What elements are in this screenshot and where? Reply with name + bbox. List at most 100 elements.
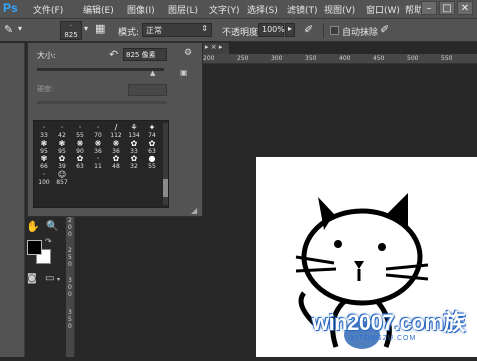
- tool-column: [0, 43, 25, 357]
- screen-mode-icon[interactable]: ▭: [45, 273, 54, 284]
- pressure-size-icon[interactable]: ✐: [380, 23, 389, 36]
- brush-panel-toggle-icon[interactable]: ▦: [95, 22, 105, 35]
- ruler-tick-label: 2: [68, 217, 72, 224]
- brush-preset-cell[interactable]: · 11: [90, 154, 106, 170]
- close-button[interactable]: ✕: [457, 1, 473, 15]
- ruler-tick-label: 0: [68, 284, 72, 291]
- menu-select[interactable]: 选择(S): [247, 3, 278, 16]
- brush-preset-cell[interactable]: · 55: [72, 123, 88, 139]
- quick-mask-icon[interactable]: ◙: [27, 273, 37, 284]
- brush-preset-cell[interactable]: ❋ 36: [108, 139, 124, 155]
- brush-preset-cell[interactable]: ● 55: [144, 154, 160, 170]
- brush-preset-cell[interactable]: ✿ 48: [108, 154, 124, 170]
- menu-layer[interactable]: 图层(L): [168, 3, 198, 16]
- brush-preset-picker[interactable]: · 825: [60, 21, 82, 40]
- menu-image[interactable]: 图像(I): [127, 3, 155, 16]
- brush-preset-cell[interactable]: · 42: [54, 123, 70, 139]
- brush-preset-grid: · 33 · 42 · 55 · 70/112 ⚘ 134 ✦ 74 ❃ 95 ❃ 95 ❋ 90 ❋ 36 ❋ 36 ✿ 3…: [33, 120, 169, 208]
- brush-tip-icon: ✿: [58, 154, 66, 163]
- auto-erase-checkbox[interactable]: [330, 26, 339, 35]
- brush-preset-cell[interactable]: ✿ 63: [144, 139, 160, 155]
- brush-tip-icon: ✦: [148, 123, 156, 132]
- brush-preset-cell[interactable]: /112: [108, 123, 124, 139]
- ruler-tick-label: 350: [305, 55, 317, 62]
- grid-scrollbar[interactable]: [163, 123, 168, 205]
- brush-preset-cell[interactable]: ✿ 32: [126, 154, 142, 170]
- brush-preset-cell[interactable]: ❋ 36: [90, 139, 106, 155]
- maximize-button[interactable]: □: [439, 1, 455, 15]
- ruler-tick-label: 5: [68, 316, 72, 323]
- hand-tool-icon[interactable]: ✋: [26, 220, 40, 233]
- hardness-slider[interactable]: [37, 101, 167, 104]
- brush-preset-cell[interactable]: · 70: [90, 123, 106, 139]
- swap-colors-icon[interactable]: ↷: [45, 237, 52, 246]
- brush-preset-cell[interactable]: ☺ 857: [54, 170, 70, 186]
- brush-tip-icon: ·: [96, 154, 100, 163]
- brush-preset-cell[interactable]: ❃ 95: [36, 139, 52, 155]
- mode-select[interactable]: 正常 ⇕: [142, 23, 212, 37]
- brush-size-label: 32: [130, 163, 138, 170]
- divider: [323, 23, 324, 38]
- watermark-text: win2007.com族: [312, 310, 465, 335]
- foreground-color-swatch[interactable]: [27, 240, 42, 255]
- brush-size-label: 48: [112, 163, 120, 170]
- opacity-slider-button[interactable]: ▸: [285, 23, 295, 37]
- brush-preset-cell[interactable]: · 33: [36, 123, 52, 139]
- brush-tip-icon: ✿: [76, 154, 84, 163]
- ruler-tick-label: 0: [68, 291, 72, 298]
- brush-tip-icon: ⚘: [130, 123, 138, 132]
- panel-settings-gear-icon[interactable]: ⚙: [184, 48, 192, 58]
- brush-tip-icon: ·: [60, 123, 64, 132]
- new-preset-icon[interactable]: ▣: [180, 68, 188, 77]
- ruler-tick-label: 250: [237, 55, 249, 62]
- menu-window[interactable]: 窗口(W): [366, 3, 400, 16]
- minimize-button[interactable]: –: [421, 1, 437, 15]
- brush-preset-cell[interactable]: ❃ 95: [54, 139, 70, 155]
- brush-preset-cell[interactable]: ⚘ 134: [126, 123, 142, 139]
- size-input[interactable]: 825 像素: [123, 48, 167, 61]
- ruler-tick-label: 200: [203, 55, 215, 62]
- menu-view[interactable]: 视图(V): [324, 3, 355, 16]
- ruler-tick-label: 500: [407, 55, 419, 62]
- brush-size-label: 11: [94, 163, 102, 170]
- brush-preset-cell[interactable]: ❋ 90: [72, 139, 88, 155]
- ruler-tick-label: 550: [441, 55, 453, 62]
- resize-grip-icon[interactable]: ◢: [191, 206, 197, 215]
- options-bar: ✎ ▾ · 825 ▾ ▦ 模式: 正常 ⇕ 不透明度: 100% ▸ ✐ 自动…: [0, 19, 477, 42]
- brush-preset-cell[interactable]: ✿ 39: [54, 154, 70, 170]
- brush-preset-cell[interactable]: ✿ 33: [126, 139, 142, 155]
- hardness-input[interactable]: [128, 84, 167, 96]
- opacity-label: 不透明度:: [222, 28, 262, 38]
- grid-scrollbar-thumb[interactable]: [163, 179, 168, 197]
- size-value: 825 像素: [126, 51, 156, 59]
- brush-picker-chevron-icon[interactable]: ▾: [84, 24, 88, 33]
- brush-preset-cell[interactable]: ✦ 74: [144, 123, 160, 139]
- zoom-tool-icon[interactable]: 🔍: [46, 221, 58, 232]
- mode-chevron-icon: ⇕: [201, 24, 208, 33]
- tool-preset-chevron-icon[interactable]: ▾: [18, 24, 22, 33]
- brush-preset-cell[interactable]: ✿ 63: [72, 154, 88, 170]
- mode-value: 正常: [146, 26, 162, 35]
- brush-preset-cell[interactable]: · 100: [36, 170, 52, 186]
- opacity-input[interactable]: 100%: [258, 23, 285, 37]
- brush-tip-icon: /: [114, 123, 118, 132]
- eraser-tool-icon[interactable]: ✎: [4, 23, 13, 36]
- screen-mode-chevron-icon[interactable]: ▾: [57, 276, 60, 283]
- menu-file[interactable]: 文件(F): [33, 3, 63, 16]
- brush-size-label: 100: [38, 178, 50, 186]
- brush-size-label: 857: [56, 178, 68, 186]
- reset-size-icon[interactable]: ↶: [109, 48, 118, 61]
- brush-tip-icon: ✿: [130, 154, 138, 163]
- brush-tip-icon: ☺: [57, 169, 67, 179]
- brush-tip-icon: ●: [148, 154, 156, 163]
- ruler-tick-label: 450: [373, 55, 385, 62]
- menu-filter[interactable]: 滤镜(T): [287, 3, 318, 16]
- size-slider-handle[interactable]: ▲: [150, 69, 155, 77]
- brush-preset-cell[interactable]: ✾ 66: [36, 154, 52, 170]
- menu-edit[interactable]: 编辑(E): [83, 3, 114, 16]
- brush-tip-icon: ·: [96, 123, 100, 132]
- menu-type[interactable]: 文字(Y): [209, 3, 240, 16]
- pressure-opacity-icon[interactable]: ✐: [304, 23, 313, 36]
- document-tab[interactable]: ▸ × ▸: [203, 43, 229, 54]
- size-slider[interactable]: [37, 68, 164, 71]
